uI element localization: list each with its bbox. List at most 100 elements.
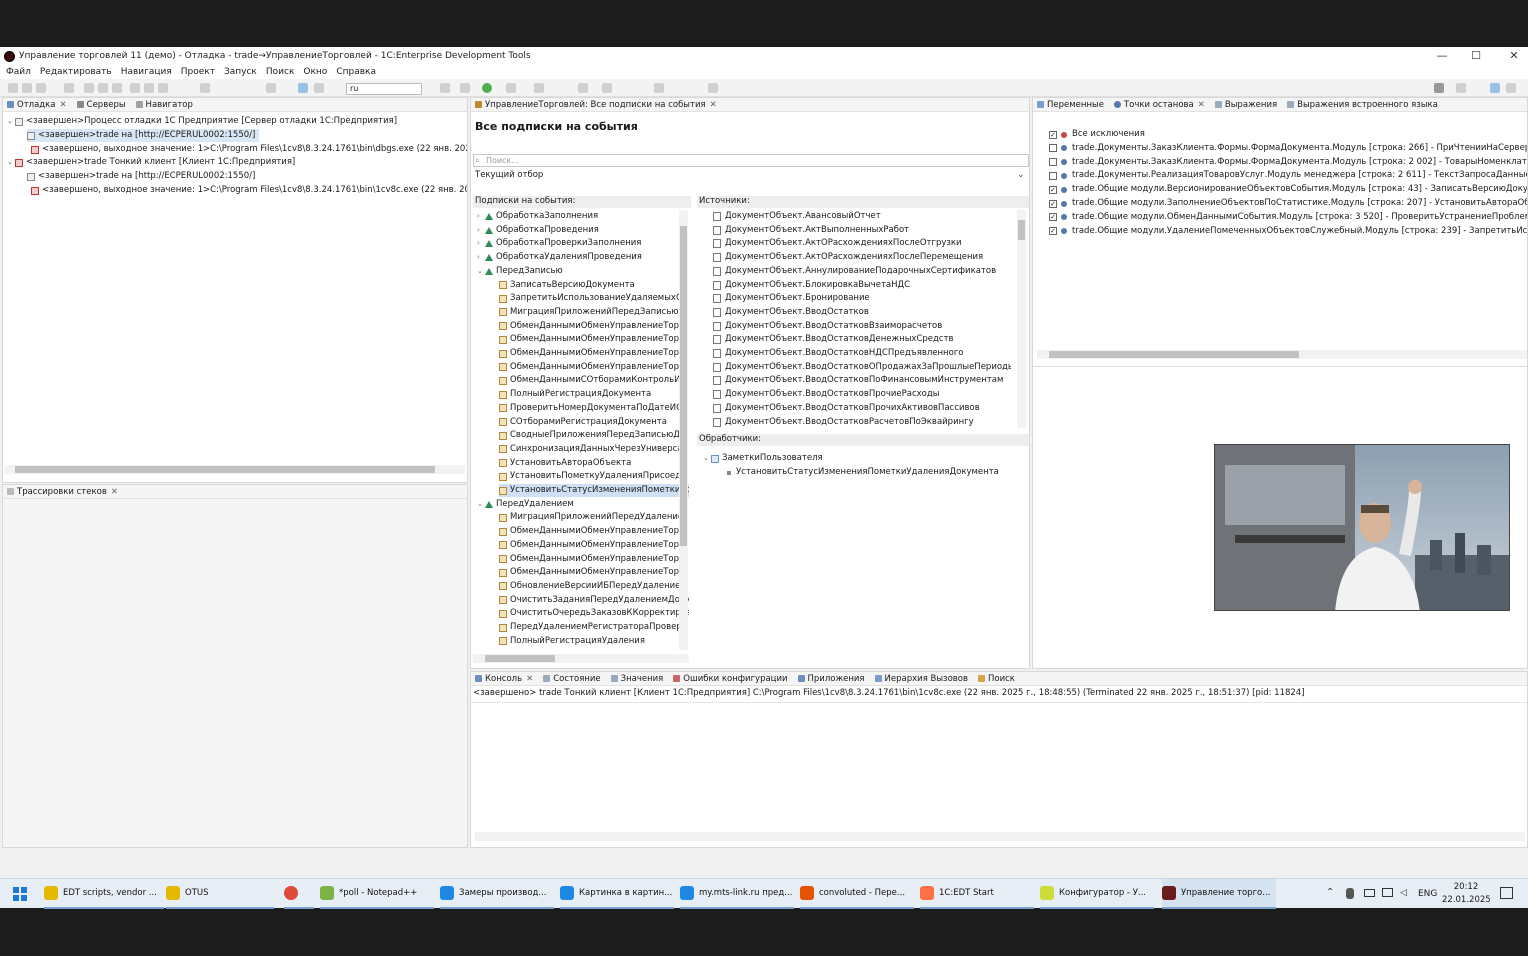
debug-config-icon[interactable] (200, 83, 210, 93)
subscription-item[interactable]: УстановитьАвтораОбъекта (499, 457, 689, 470)
step-return-icon[interactable] (158, 83, 168, 93)
taskbar-app-button[interactable]: 1C:EDT Start (920, 879, 1034, 909)
subscription-group[interactable]: ⌄ ПередЗаписью (477, 265, 683, 278)
maximize-button[interactable]: ☐ (1456, 49, 1496, 62)
save-icon[interactable] (22, 83, 32, 93)
tab-builtin-expressions[interactable]: Выражения встроенного языка (1287, 100, 1438, 110)
breakpoint-checkbox[interactable]: ✓ (1049, 213, 1057, 222)
expand-icon[interactable]: › (477, 210, 485, 223)
sync-icon[interactable] (314, 83, 324, 93)
step-over-icon[interactable] (144, 83, 154, 93)
menu-search[interactable]: Поиск (266, 67, 295, 77)
subscription-group[interactable]: › ОбработкаУдаленияПроведения (477, 251, 683, 264)
taskbar-app-button[interactable]: Конфигуратор - У... (1040, 879, 1154, 909)
taskbar-app-button[interactable]: Картинка в картин... (560, 879, 674, 909)
print-icon[interactable] (64, 83, 74, 93)
nav-forward-icon[interactable] (602, 83, 612, 93)
language-combo[interactable]: ru (346, 83, 422, 95)
subscription-item[interactable]: ЗаписатьВерсиюДокумента (499, 279, 689, 292)
menu-run[interactable]: Запуск (224, 67, 257, 77)
breakpoint-row[interactable]: trade.Документы.РеализацияТоваровУслуг.М… (1049, 169, 1527, 182)
source-item[interactable]: ДокументОбъект.ВводОстатковПрочиеРасходы (713, 388, 939, 401)
tab-breakpoints[interactable]: Точки останова ✕ (1113, 100, 1205, 110)
menu-navigate[interactable]: Навигация (121, 67, 172, 77)
filter-icon[interactable] (266, 83, 276, 93)
taskbar-app-button[interactable]: OTUS (166, 879, 274, 909)
tab-call-hierarchy[interactable]: Иерархия Вызовов (874, 674, 968, 684)
taskbar-app-button[interactable] (284, 879, 314, 909)
menu-edit[interactable]: Редактировать (40, 67, 112, 77)
handler-tree-row[interactable]: ⌄ ЗаметкиПользователя (703, 452, 823, 465)
external-tools-icon[interactable] (506, 83, 516, 93)
tab-variables[interactable]: Переменные (1037, 100, 1104, 110)
subscription-item[interactable]: УстановитьПометкуУдаленияПрисоеди (499, 470, 689, 483)
exception-breakpoint-row[interactable]: ✓ Все исключения (1049, 128, 1145, 141)
close-icon[interactable]: ✕ (526, 674, 533, 684)
subscription-item[interactable]: УстановитьСтатусИзмененияПометкиУд (499, 484, 689, 497)
subscription-group[interactable]: ⌄ ПередУдалением (477, 498, 683, 511)
chevron-down-icon[interactable]: ⌄ (1017, 170, 1025, 180)
subscription-group[interactable]: › ОбработкаПроведения (477, 224, 683, 237)
tab-values[interactable]: Значения (610, 674, 663, 684)
breakpoint-row[interactable]: ✓ trade.Общие модули.ЗаполнениеОбъектовПо… (1049, 197, 1527, 210)
volume-icon[interactable]: ◁ (1400, 888, 1407, 898)
menu-project[interactable]: Проект (181, 67, 215, 77)
tab-console[interactable]: Консоль ✕ (475, 674, 533, 684)
windows-start-icon[interactable] (13, 887, 27, 901)
collapse-icon[interactable]: ⌄ (703, 452, 711, 465)
close-icon[interactable]: ✕ (111, 487, 118, 497)
network-icon[interactable] (1382, 888, 1393, 897)
subscription-item[interactable]: ОбменДаннымиСОтборамиКонтрольИ (499, 374, 689, 387)
subscription-item[interactable]: ОчиститьОчередьЗаказовККорректиров (499, 607, 689, 620)
breakpoint-row[interactable]: ✓ trade.Общие модули.ВерсионированиеОбъек… (1049, 183, 1527, 196)
breakpoint-checkbox[interactable]: ✓ (1049, 185, 1057, 194)
debug-tree-row[interactable]: ⌄ <завершен>trade Тонкий клиент [Клиент 1… (7, 156, 295, 169)
subscription-item[interactable]: СводныеПриложенияПередЗаписьюДо (499, 429, 689, 442)
subscription-item[interactable]: МиграцияПриложенийПередЗаписьюД (499, 306, 689, 319)
subscription-group[interactable]: › ОбработкаПроверкиЗаполнения (477, 237, 683, 250)
expand-icon[interactable]: › (477, 251, 485, 264)
debug-tree-row[interactable]: <завершено, выходное значение: 1>C:\Prog… (31, 143, 467, 156)
breakpoint-checkbox[interactable]: ✓ (1049, 199, 1057, 208)
nav-back-icon[interactable] (578, 83, 588, 93)
tab-expressions[interactable]: Выражения (1214, 100, 1277, 110)
clock-date[interactable]: 22.01.2025 (1442, 895, 1491, 905)
source-item[interactable]: ДокументОбъект.ВводОстатковРасчетовПоЭкв… (713, 416, 974, 429)
undo-icon[interactable] (654, 83, 664, 93)
subscription-item[interactable]: СинхронизацияДанныхЧерезУниверса (499, 443, 689, 456)
source-item[interactable]: ДокументОбъект.ВводОстатковПрочихАктивов… (713, 402, 980, 415)
source-item[interactable]: ДокументОбъект.ВводОстатков (713, 306, 869, 319)
tab-navigator[interactable]: Навигатор (135, 100, 193, 110)
subscription-item[interactable]: ПередУдалениемРегистратораПроверк (499, 621, 689, 634)
close-icon[interactable]: ✕ (1198, 100, 1205, 110)
menu-file[interactable]: Файл (6, 67, 31, 77)
close-button[interactable]: ✕ (1494, 49, 1528, 62)
clock-time[interactable]: 20:12 (1446, 882, 1486, 892)
run-icon[interactable] (482, 83, 492, 93)
perspective-other-icon[interactable] (1506, 83, 1516, 93)
subscription-item[interactable]: ОбменДаннымиОбменУправлениеТор (499, 525, 689, 538)
suspend-icon[interactable] (98, 83, 108, 93)
build-icon[interactable] (534, 83, 544, 93)
source-item[interactable]: ДокументОбъект.ВводОстатковВзаиморасчето… (713, 320, 942, 333)
tab-applications[interactable]: Приложения (797, 674, 865, 684)
debug-tree-row[interactable]: ⌄ <завершен>Процесс отладки 1С Предприяти… (7, 115, 397, 128)
breakpoint-checkbox[interactable] (1049, 171, 1057, 180)
toggle-icon[interactable] (298, 83, 308, 93)
menu-window[interactable]: Окно (303, 67, 327, 77)
subscriptions-vscrollbar[interactable] (679, 210, 688, 650)
taskbar-app-button[interactable]: *poll - Notepad++ (320, 879, 434, 909)
close-icon[interactable]: ✕ (710, 100, 717, 110)
tab-debug[interactable]: Отладка ✕ (7, 100, 67, 110)
collapse-icon[interactable]: ⌄ (7, 156, 15, 169)
menu-help[interactable]: Справка (336, 67, 376, 77)
breakpoints-hscrollbar[interactable] (1037, 350, 1527, 359)
subscription-item[interactable]: ПолныйРегистрацияУдаления (499, 635, 689, 648)
source-item[interactable]: ДокументОбъект.ВводОстатковПоФинансовымИ… (713, 374, 1003, 387)
subscription-item[interactable]: ОбменДаннымиОбменУправлениеТор (499, 553, 689, 566)
sources-vscrollbar[interactable] (1017, 210, 1026, 428)
source-item[interactable]: ДокументОбъект.ВводОстатковНДСПредъявлен… (713, 347, 963, 360)
search-icon[interactable] (1434, 83, 1444, 93)
tray-chevron-icon[interactable]: ⌃ (1326, 887, 1334, 898)
source-item[interactable]: ДокументОбъект.ВводОстатковОПродажахЗаПр… (713, 361, 1011, 374)
